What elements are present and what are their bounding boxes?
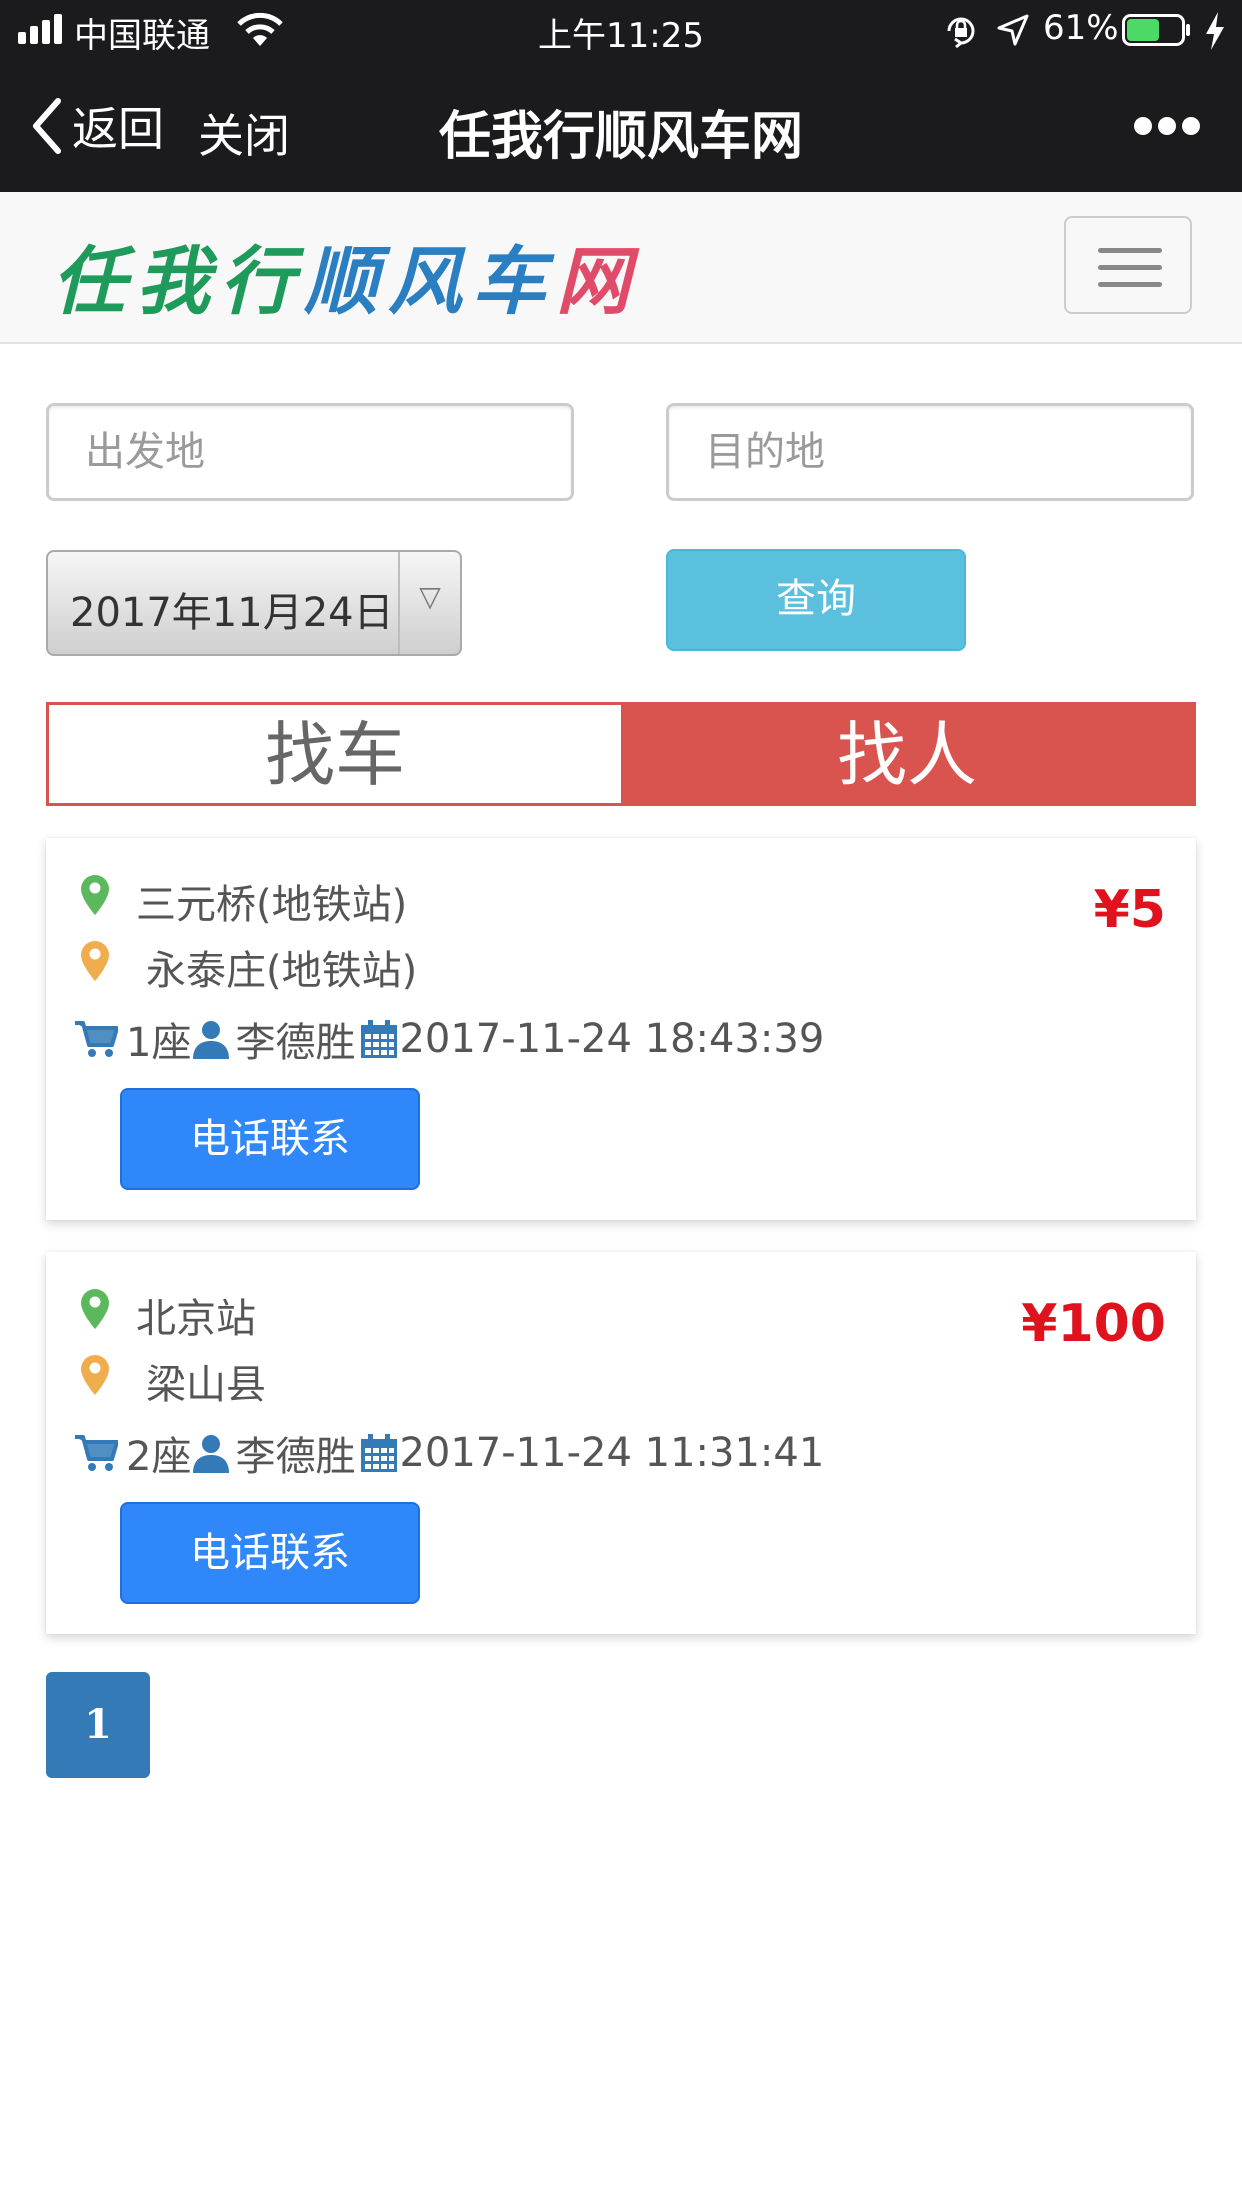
tab-find-person[interactable]: 找人 (621, 705, 1193, 803)
ride-origin: 三元桥(地铁站) (136, 882, 408, 928)
date-select[interactable]: 2017年11月24日 ▽ (46, 550, 462, 656)
more-dots-icon[interactable] (1134, 114, 1200, 140)
logo-char: 车 (472, 239, 556, 325)
chevron-down-icon: ▽ (398, 552, 460, 654)
ride-price: ¥5 (1093, 880, 1166, 940)
charging-icon (1206, 12, 1224, 50)
ride-user-name: 李德胜 (235, 1434, 356, 1480)
ride-card: 北京站 梁山县 ¥100 2座 李德胜 2017-11-24 11:31:41 … (46, 1252, 1196, 1634)
logo-char: 行 (220, 239, 304, 325)
location-icon (997, 14, 1029, 46)
site-header: 任我行顺风车网 (0, 192, 1242, 344)
logo-char: 顺 (304, 239, 388, 325)
orientation-lock-icon (947, 17, 975, 49)
status-bar: 中国联通 上午11:25 61% (0, 0, 1242, 62)
user-icon (193, 1435, 230, 1473)
battery-icon (1122, 14, 1190, 46)
wechat-nav-bar: 返回 关闭 任我行顺风车网 (0, 62, 1242, 192)
logo-char: 任 (52, 239, 136, 325)
origin-input[interactable] (46, 403, 574, 501)
user-icon (193, 1021, 230, 1059)
hamburger-menu-icon[interactable] (1064, 216, 1192, 314)
logo-char: 网 (556, 239, 640, 325)
pagination-page-1[interactable]: 1 (46, 1672, 150, 1778)
tab-find-car[interactable]: 找车 (49, 705, 621, 803)
start-location-pin-icon (81, 1289, 109, 1329)
ride-meta: 2座 李德胜 2017-11-24 11:31:41 (74, 1426, 824, 1480)
search-button[interactable]: 查询 (666, 549, 966, 651)
end-location-pin-icon (81, 1355, 109, 1395)
ride-datetime: 2017-11-24 11:31:41 (399, 1430, 825, 1476)
destination-input[interactable] (666, 403, 1194, 501)
calendar-icon (361, 1020, 398, 1058)
ride-card: 三元桥(地铁站) 永泰庄(地铁站) ¥5 1座 李德胜 2017-11-24 1… (46, 838, 1196, 1220)
ride-user-name: 李德胜 (235, 1020, 356, 1066)
start-location-pin-icon (81, 875, 109, 915)
end-location-pin-icon (81, 941, 109, 981)
battery-percent: 61% (1043, 8, 1119, 48)
logo-char: 我 (136, 239, 220, 325)
ride-origin: 北京站 (136, 1296, 256, 1342)
cart-icon (75, 1435, 118, 1471)
ride-destination: 永泰庄(地铁站) (146, 948, 418, 994)
ride-seats: 1座 (126, 1020, 192, 1066)
ride-datetime: 2017-11-24 18:43:39 (399, 1016, 825, 1062)
ride-destination: 梁山县 (146, 1362, 266, 1408)
ride-price: ¥100 (1021, 1294, 1166, 1354)
logo-char: 风 (388, 239, 472, 325)
date-value: 2017年11月24日 (70, 590, 394, 636)
mode-tabs: 找车 找人 (46, 702, 1196, 806)
page-title: 任我行顺风车网 (438, 107, 803, 167)
ride-seats: 2座 (126, 1434, 192, 1480)
ride-meta: 1座 李德胜 2017-11-24 18:43:39 (74, 1012, 824, 1066)
cart-icon (75, 1021, 118, 1057)
calendar-icon (361, 1434, 398, 1472)
site-logo[interactable]: 任我行顺风车网 (52, 222, 640, 329)
call-button[interactable]: 电话联系 (120, 1502, 420, 1604)
call-button[interactable]: 电话联系 (120, 1088, 420, 1190)
